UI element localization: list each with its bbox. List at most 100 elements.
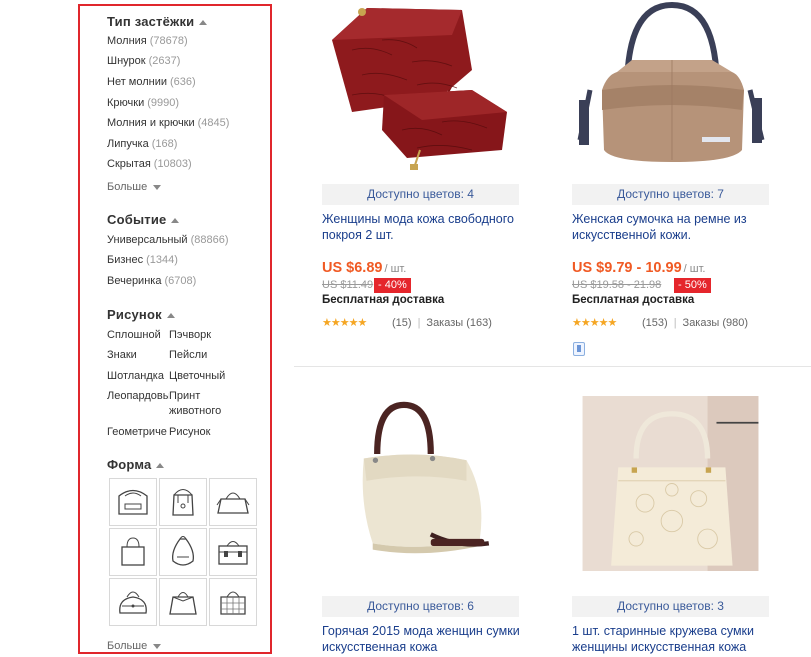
- shape-bowling[interactable]: [109, 578, 157, 626]
- product-card: Доступно цветов: 6 Горячая 2015 мода жен…: [322, 396, 522, 657]
- option-count: (636): [170, 76, 196, 88]
- shape-tote[interactable]: [109, 528, 157, 576]
- orders-count[interactable]: Заказы (163): [426, 317, 492, 329]
- filter-option-geometric[interactable]: Геометриче: [107, 425, 169, 440]
- more-label: Больше: [107, 640, 148, 652]
- filter-option-hasp[interactable]: Крючки (9990): [107, 97, 179, 109]
- shape-plaid-tote[interactable]: [209, 578, 257, 626]
- occasion-heading[interactable]: Событие: [107, 212, 180, 227]
- rating-count[interactable]: (153): [642, 317, 668, 329]
- filter-option-drawstring[interactable]: Шнурок (2637): [107, 55, 180, 67]
- pattern-title: Рисунок: [107, 307, 162, 322]
- vintage-lace-handbag-image[interactable]: [572, 396, 769, 571]
- shape-bucket[interactable]: [159, 478, 207, 526]
- option-count: (10803): [153, 158, 192, 170]
- separator: |: [673, 317, 677, 329]
- orders-count[interactable]: Заказы (980): [683, 317, 749, 329]
- filter-option-solid[interactable]: Сплошной: [107, 328, 171, 343]
- red-croc-bag-set-image[interactable]: [322, 0, 519, 175]
- cream-leather-hobo-bag-image[interactable]: [322, 396, 519, 571]
- shape-satchel[interactable]: [209, 528, 257, 576]
- filter-option-casual[interactable]: Универсальный (88866): [107, 234, 228, 246]
- filter-option-velcro[interactable]: Липучка (168): [107, 138, 177, 150]
- occasion-title: Событие: [107, 212, 167, 227]
- option-count: (78678): [149, 35, 188, 47]
- brown-leather-shoulder-bag-image[interactable]: [572, 0, 769, 175]
- trapeze-bag-icon: [216, 492, 250, 514]
- clasp-type-heading[interactable]: Тип застёжки: [107, 14, 208, 29]
- product-card: Доступно цветов: 3 1 шт. старинные круже…: [572, 396, 772, 657]
- tote-bag-icon: [121, 537, 145, 566]
- pattern-heading[interactable]: Рисунок: [107, 307, 175, 322]
- product-title-link[interactable]: Горячая 2015 мода женщин сумки искусстве…: [322, 623, 522, 655]
- caret-up-icon: [166, 313, 175, 319]
- filter-option-zipper[interactable]: Молния (78678): [107, 35, 188, 47]
- bowling-bag-icon: [119, 591, 147, 614]
- caret-down-icon: [153, 184, 162, 190]
- filter-sidebar: Тип застёжки Молния (78678) Шнурок (2637) …: [78, 4, 272, 654]
- filter-option-letter[interactable]: Знаки: [107, 348, 171, 363]
- product-title-link[interactable]: Женская сумочка на ремне из искусственно…: [572, 211, 772, 243]
- available-colors: Доступно цветов: 3: [572, 596, 769, 617]
- separator: |: [417, 317, 421, 329]
- rating-meta: (15) | Заказы (163): [392, 317, 492, 329]
- shape-title: Форма: [107, 457, 152, 472]
- option-count: (88866): [190, 234, 229, 246]
- filter-option-covered[interactable]: Скрытая (10803): [107, 158, 192, 170]
- product-title-link[interactable]: 1 шт. старинные кружева сумки женщины ис…: [572, 623, 772, 655]
- product-title-link[interactable]: Женщины мода кожа свободного покроя 2 шт…: [322, 211, 522, 243]
- filter-option-patchwork[interactable]: Пэчворк: [169, 328, 233, 343]
- filter-option-business[interactable]: Бизнес (1344): [107, 254, 178, 266]
- filter-option-animal-print[interactable]: Принт животного: [169, 389, 233, 419]
- available-colors: Доступно цветов: 6: [322, 596, 519, 617]
- filter-option-paisley[interactable]: Пейсли: [169, 348, 233, 363]
- shape-doctor[interactable]: [159, 578, 207, 626]
- price-value: US $9.79 - 10.99: [572, 260, 682, 276]
- rating-count[interactable]: (15): [392, 317, 412, 329]
- rating-meta: (153) | Заказы (980): [642, 317, 748, 329]
- satchel-bag-icon: [218, 541, 248, 565]
- discount-badge: - 40%: [374, 278, 411, 293]
- product-card: Доступно цветов: 7 Женская сумочка на ре…: [572, 0, 772, 360]
- old-price: US $19.58 - 21.98: [572, 279, 662, 291]
- shape-trapeze[interactable]: [209, 478, 257, 526]
- price-unit: / шт.: [683, 263, 706, 275]
- option-label: Молния и крючки: [107, 117, 195, 129]
- hobo-bag-icon: [172, 536, 194, 566]
- bucket-bag-icon: [172, 489, 194, 516]
- product-card: Доступно цветов: 4 Женщины мода кожа сво…: [322, 0, 522, 340]
- shape-hobo[interactable]: [159, 528, 207, 576]
- option-label: Универсальный: [107, 234, 188, 246]
- filter-option-print[interactable]: Рисунок: [169, 425, 233, 440]
- filter-option-no-zipper[interactable]: Нет молнии (636): [107, 76, 196, 88]
- row-divider: [294, 366, 811, 367]
- option-count: (2637): [148, 55, 181, 67]
- caret-up-icon: [199, 20, 208, 26]
- shape-more-link[interactable]: Больше: [107, 640, 162, 652]
- clasp-type-title: Тип застёжки: [107, 14, 195, 29]
- option-label: Вечеринка: [107, 275, 162, 287]
- rating-stars: ★★★★★: [322, 317, 367, 329]
- shape-clutch[interactable]: [109, 478, 157, 526]
- clasp-more-link[interactable]: Больше: [107, 181, 162, 193]
- free-shipping-label: Бесплатная доставка: [322, 294, 445, 306]
- option-label: Шнурок: [107, 55, 146, 67]
- option-label: Молния: [107, 35, 147, 47]
- filter-option-plaid[interactable]: Шотландка: [107, 369, 171, 384]
- filter-option-floral[interactable]: Цветочный: [169, 369, 233, 384]
- option-count: (168): [151, 138, 178, 150]
- option-label: Липучка: [107, 138, 149, 150]
- filter-option-leopard[interactable]: Леопардовы: [107, 389, 169, 404]
- option-count: (6708): [164, 275, 197, 287]
- shape-heading[interactable]: Форма: [107, 457, 165, 472]
- option-label: Бизнес: [107, 254, 144, 266]
- option-count: (4845): [197, 117, 230, 129]
- caret-down-icon: [153, 643, 162, 649]
- filter-option-zipper-hasp[interactable]: Молния и крючки (4845): [107, 117, 229, 129]
- option-count: (1344): [146, 254, 178, 266]
- caret-up-icon: [156, 463, 165, 469]
- free-shipping-label: Бесплатная доставка: [572, 294, 695, 306]
- available-colors: Доступно цветов: 4: [322, 184, 519, 205]
- rating-stars: ★★★★★: [572, 317, 617, 329]
- filter-option-party[interactable]: Вечеринка (6708): [107, 275, 196, 287]
